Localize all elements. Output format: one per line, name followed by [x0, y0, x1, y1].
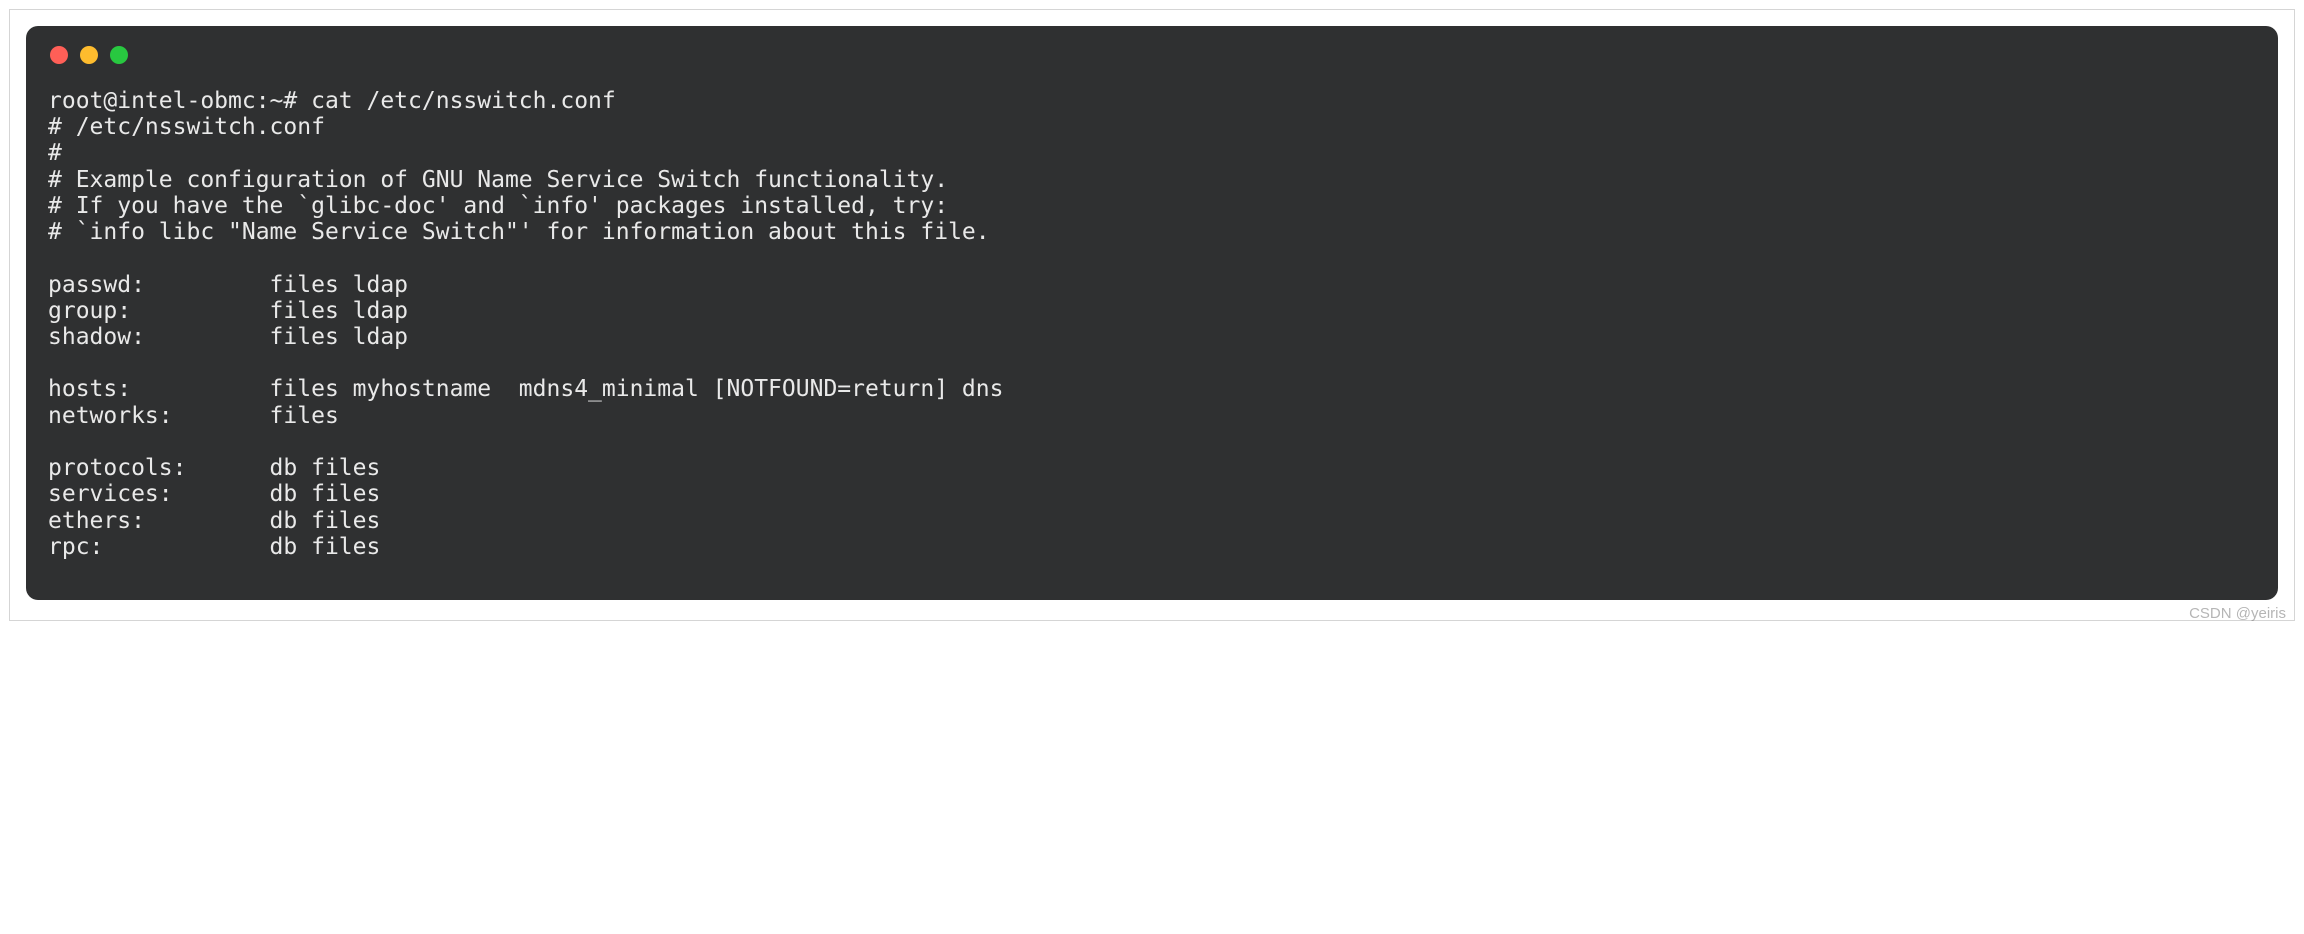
close-icon[interactable] [50, 46, 68, 64]
output-line: shadow: files ldap [48, 324, 408, 350]
output-line: passwd: files ldap [48, 272, 408, 298]
output-line: ethers: db files [48, 508, 380, 534]
output-line: networks: files [48, 403, 339, 429]
watermark-text: CSDN @yeiris [2189, 605, 2286, 622]
output-line: hosts: files myhostname mdns4_minimal [N… [48, 376, 1003, 402]
output-line: # Example configuration of GNU Name Serv… [48, 167, 948, 193]
output-line: # If you have the `glibc-doc' and `info'… [48, 193, 948, 219]
minimize-icon[interactable] [80, 46, 98, 64]
output-line: # [48, 140, 62, 166]
zoom-icon[interactable] [110, 46, 128, 64]
output-line: # /etc/nsswitch.conf [48, 114, 325, 140]
output-line: rpc: db files [48, 534, 380, 560]
window-controls [48, 44, 2256, 64]
terminal-window: root@intel-obmc:~# cat /etc/nsswitch.con… [26, 26, 2278, 600]
terminal-content: root@intel-obmc:~# cat /etc/nsswitch.con… [48, 88, 2256, 560]
output-line: # `info libc "Name Service Switch"' for … [48, 219, 990, 245]
output-line: group: files ldap [48, 298, 408, 324]
screenshot-frame: root@intel-obmc:~# cat /etc/nsswitch.con… [9, 9, 2295, 621]
output-line: services: db files [48, 481, 380, 507]
shell-prompt-line: root@intel-obmc:~# cat /etc/nsswitch.con… [48, 88, 616, 114]
output-line: protocols: db files [48, 455, 380, 481]
